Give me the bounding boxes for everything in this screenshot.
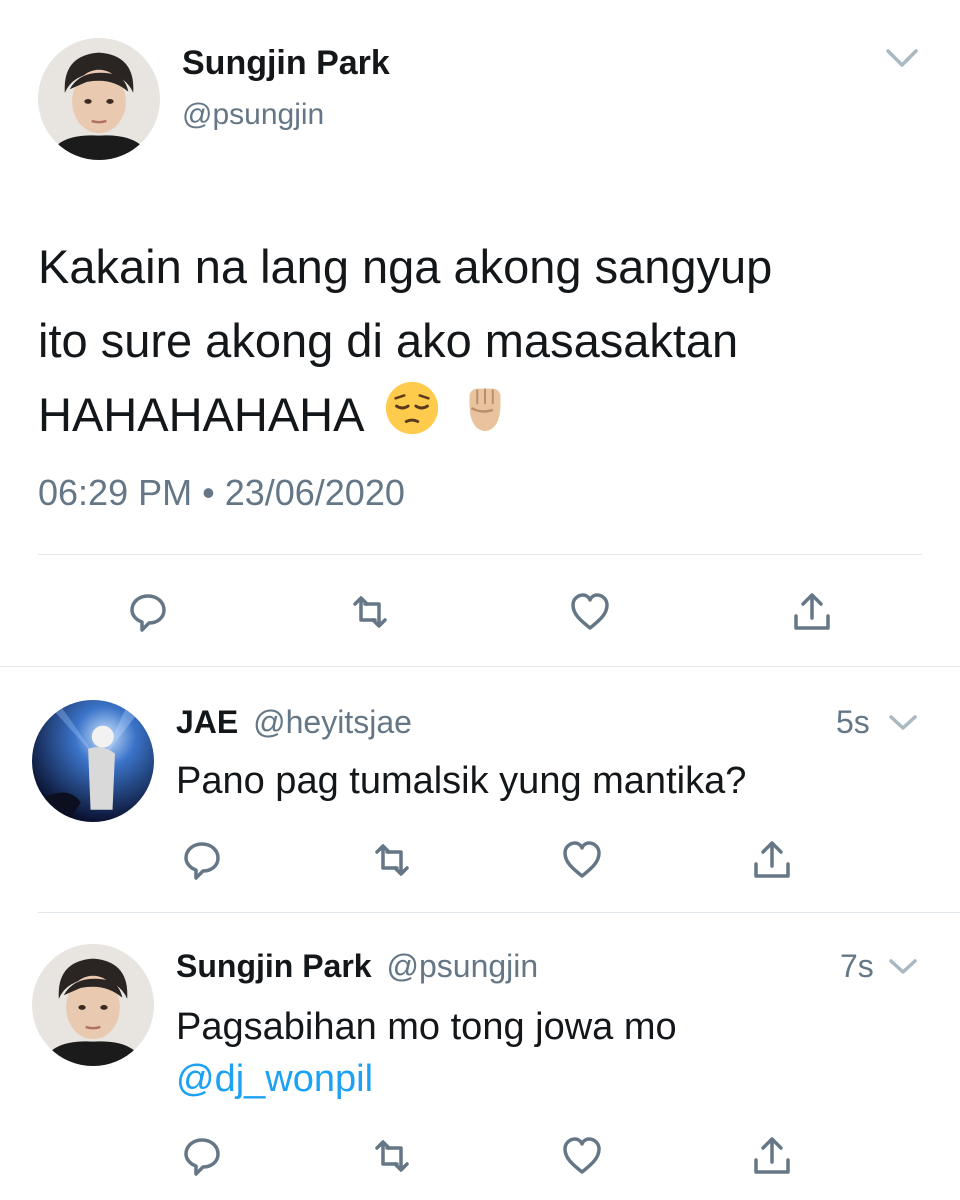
like-button[interactable] bbox=[562, 584, 618, 640]
section-divider bbox=[0, 666, 960, 667]
reply-icon bbox=[130, 594, 166, 632]
author-handle[interactable]: @psungjin bbox=[182, 98, 324, 132]
tweet-timestamp[interactable]: 06:29 PM • 23/06/2020 bbox=[38, 472, 405, 514]
reply-icon bbox=[184, 842, 220, 880]
avatar-concert-photo-icon bbox=[32, 700, 154, 822]
reply-button[interactable] bbox=[120, 584, 176, 640]
author-avatar[interactable] bbox=[38, 38, 160, 160]
reply-avatar[interactable] bbox=[32, 700, 154, 822]
reply-author-name[interactable]: JAE bbox=[176, 704, 238, 740]
reply-menu-chevron-icon[interactable] bbox=[886, 956, 920, 978]
retweet-button[interactable] bbox=[364, 832, 420, 888]
author-name[interactable]: Sungjin Park bbox=[182, 44, 390, 83]
retweet-button[interactable] bbox=[342, 584, 398, 640]
reply-menu-chevron-icon[interactable] bbox=[886, 712, 920, 734]
share-button[interactable] bbox=[744, 832, 800, 888]
reply-header: JAE @heyitsjae bbox=[176, 704, 412, 741]
avatar-photo-icon bbox=[32, 944, 154, 1066]
pensive-face-emoji bbox=[383, 379, 441, 458]
like-icon bbox=[563, 1137, 601, 1174]
avatar-photo-icon bbox=[38, 38, 160, 160]
tweet-text-line: Kakain na lang nga akong sangyup bbox=[38, 240, 773, 293]
like-button[interactable] bbox=[554, 832, 610, 888]
reply-author-name[interactable]: Sungjin Park bbox=[176, 948, 372, 984]
reply-text: Pano pag tumalsik yung mantika? bbox=[176, 760, 747, 802]
tweet-menu-chevron-icon[interactable] bbox=[882, 46, 922, 70]
retweet-button[interactable] bbox=[364, 1128, 420, 1184]
tweet-text-line: HAHAHAHAHA bbox=[38, 388, 362, 441]
reply-button[interactable] bbox=[174, 832, 230, 888]
tweet-text-line: ito sure akong di ako masasaktan bbox=[38, 314, 739, 367]
reply-button[interactable] bbox=[174, 1128, 230, 1184]
share-icon bbox=[794, 593, 830, 630]
retweet-icon bbox=[353, 596, 387, 628]
divider bbox=[38, 554, 922, 555]
reply-text: Pagsabihan mo tong jowa mo bbox=[176, 1006, 677, 1048]
divider bbox=[38, 912, 960, 913]
reply-time[interactable]: 5s bbox=[836, 704, 870, 741]
like-icon bbox=[571, 593, 609, 630]
share-icon bbox=[754, 1137, 790, 1174]
tweet-text: Kakain na lang nga akong sangyup ito sur… bbox=[38, 230, 918, 458]
raised-fist-emoji bbox=[456, 379, 514, 458]
tweet-text-line-3: HAHAHAHAHA bbox=[38, 378, 918, 458]
reply-header: Sungjin Park @psungjin bbox=[176, 948, 538, 985]
reply-icon bbox=[184, 1138, 220, 1176]
like-button[interactable] bbox=[554, 1128, 610, 1184]
share-icon bbox=[754, 841, 790, 878]
reply-avatar[interactable] bbox=[32, 944, 154, 1066]
retweet-icon bbox=[375, 1140, 409, 1172]
like-icon bbox=[563, 841, 601, 878]
reply-time[interactable]: 7s bbox=[840, 948, 874, 985]
share-button[interactable] bbox=[744, 1128, 800, 1184]
retweet-icon bbox=[375, 844, 409, 876]
mention-link[interactable]: @dj_wonpil bbox=[176, 1058, 373, 1101]
share-button[interactable] bbox=[784, 584, 840, 640]
reply-author-handle[interactable]: @heyitsjae bbox=[253, 704, 412, 740]
reply-author-handle[interactable]: @psungjin bbox=[386, 948, 538, 984]
